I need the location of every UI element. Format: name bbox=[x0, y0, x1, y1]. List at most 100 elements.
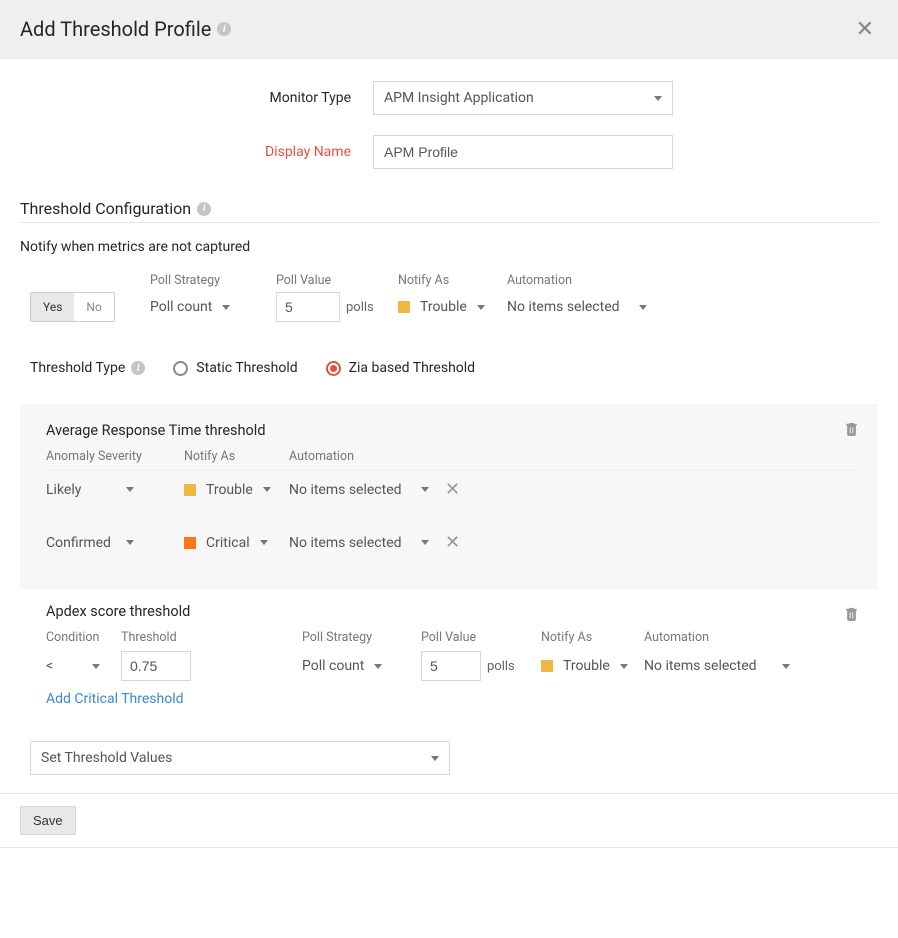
add-critical-link[interactable]: Add Critical Threshold bbox=[46, 691, 184, 707]
panel-response-time: Average Response Time threshold Anomaly … bbox=[20, 404, 878, 589]
status-trouble-icon bbox=[398, 301, 410, 313]
modal-title: Add Threshold Profile bbox=[20, 17, 211, 41]
status-trouble-icon bbox=[541, 660, 553, 672]
notify-grid-header: Poll Strategy Poll Value Notify As Autom… bbox=[20, 273, 878, 288]
apdex-row: < Poll count polls Trouble bbox=[46, 651, 856, 681]
section-threshold-config-title: Threshold Configuration i bbox=[20, 199, 878, 218]
set-threshold-row: Set Threshold Values bbox=[30, 741, 878, 775]
label-display-name: Display Name bbox=[20, 144, 373, 160]
radio-static-label: Static Threshold bbox=[196, 360, 297, 376]
toggle-no[interactable]: No bbox=[74, 293, 113, 321]
select-set-threshold[interactable]: Set Threshold Values bbox=[30, 741, 450, 775]
dd-row-notify[interactable]: Trouble bbox=[184, 482, 289, 498]
info-icon[interactable]: i bbox=[217, 22, 231, 36]
modal-body: Monitor Type APM Insight Application Dis… bbox=[0, 59, 898, 775]
col-poll-value: Poll Value bbox=[421, 630, 541, 645]
col-anomaly: Anomaly Severity bbox=[46, 449, 184, 464]
caret-down-icon bbox=[421, 540, 429, 545]
dd-row-automation-value: No items selected bbox=[289, 535, 402, 551]
info-icon[interactable]: i bbox=[197, 202, 211, 216]
threshold-type-row: Threshold Type i Static Threshold Zia ba… bbox=[30, 360, 878, 376]
dd-poll-strategy[interactable]: Poll count bbox=[150, 299, 276, 315]
trash-icon bbox=[845, 607, 858, 621]
response-row: Likely Trouble No items selected ✕ bbox=[46, 479, 856, 500]
select-monitor-type-value: APM Insight Application bbox=[384, 90, 534, 106]
input-threshold[interactable] bbox=[121, 651, 191, 681]
row-remove-button[interactable]: ✕ bbox=[437, 479, 468, 500]
col-automation: Automation bbox=[644, 630, 804, 645]
caret-down-icon bbox=[374, 664, 382, 669]
caret-down-icon bbox=[222, 305, 230, 310]
row-monitor-type: Monitor Type APM Insight Application bbox=[20, 81, 878, 115]
dd-apdex-automation-value: No items selected bbox=[644, 658, 757, 674]
col-notify-as: Notify As bbox=[398, 273, 507, 288]
radio-static[interactable]: Static Threshold bbox=[173, 360, 297, 376]
col-automation: Automation bbox=[507, 273, 667, 288]
toggle-notify[interactable]: Yes No bbox=[30, 292, 115, 322]
dd-severity[interactable]: Likely bbox=[46, 482, 134, 498]
info-icon[interactable]: i bbox=[131, 361, 145, 375]
divider bbox=[20, 222, 878, 223]
dd-apdex-notify-value: Trouble bbox=[563, 658, 610, 674]
dd-notify-as-value: Trouble bbox=[420, 299, 467, 315]
threshold-type-label-wrap: Threshold Type i bbox=[30, 360, 145, 376]
dd-notify-as[interactable]: Trouble bbox=[398, 299, 507, 315]
col-poll-strategy: Poll Strategy bbox=[150, 273, 276, 288]
response-panel-header: Anomaly Severity Notify As Automation bbox=[46, 449, 856, 464]
caret-down-icon bbox=[654, 96, 662, 101]
modal-title-wrap: Add Threshold Profile i bbox=[20, 17, 231, 41]
col-notify-as: Notify As bbox=[184, 449, 289, 464]
caret-down-icon bbox=[260, 540, 268, 545]
section-title-text: Threshold Configuration bbox=[20, 199, 191, 218]
caret-down-icon bbox=[620, 664, 628, 669]
col-notify-as: Notify As bbox=[541, 630, 644, 645]
dd-severity-value: Confirmed bbox=[46, 535, 111, 551]
input-apdex-poll-value[interactable] bbox=[421, 651, 481, 681]
toggle-yes[interactable]: Yes bbox=[31, 293, 74, 321]
dd-row-automation-value: No items selected bbox=[289, 482, 402, 498]
close-button[interactable]: ✕ bbox=[852, 16, 878, 42]
dd-row-automation[interactable]: No items selected bbox=[289, 535, 429, 551]
dd-apdex-poll-strategy[interactable]: Poll count bbox=[302, 658, 421, 674]
panel-divider bbox=[46, 470, 856, 471]
notify-grid-row: Yes No Poll count polls Trouble No items… bbox=[20, 292, 878, 322]
dd-automation[interactable]: No items selected bbox=[507, 299, 647, 315]
caret-down-icon bbox=[431, 756, 439, 761]
caret-down-icon bbox=[639, 305, 647, 310]
trash-icon bbox=[845, 422, 858, 436]
dd-apdex-notify[interactable]: Trouble bbox=[541, 658, 644, 674]
radio-zia[interactable]: Zia based Threshold bbox=[326, 360, 475, 376]
dd-row-notify[interactable]: Critical bbox=[184, 535, 289, 551]
dd-apdex-pollstrat-value: Poll count bbox=[302, 658, 364, 674]
modal-header: Add Threshold Profile i ✕ bbox=[0, 0, 898, 59]
panel-apdex-title: Apdex score threshold bbox=[46, 603, 856, 620]
row-remove-button[interactable]: ✕ bbox=[437, 532, 468, 553]
select-monitor-type[interactable]: APM Insight Application bbox=[373, 81, 673, 115]
status-trouble-icon bbox=[184, 484, 196, 496]
delete-response-button[interactable] bbox=[845, 422, 858, 440]
caret-down-icon bbox=[126, 540, 134, 545]
threshold-type-label: Threshold Type bbox=[30, 360, 125, 376]
col-threshold: Threshold bbox=[121, 630, 302, 645]
save-button[interactable]: Save bbox=[20, 806, 76, 835]
close-icon: ✕ bbox=[445, 479, 460, 500]
caret-down-icon bbox=[421, 487, 429, 492]
response-row: Confirmed Critical No items selected ✕ bbox=[46, 532, 856, 553]
input-poll-value[interactable] bbox=[276, 292, 340, 322]
panel-response-title: Average Response Time threshold bbox=[46, 422, 856, 439]
caret-down-icon bbox=[126, 487, 134, 492]
label-monitor-type: Monitor Type bbox=[20, 90, 373, 106]
dd-row-automation[interactable]: No items selected bbox=[289, 482, 429, 498]
polls-label: polls bbox=[346, 300, 374, 315]
dd-row-notify-value: Trouble bbox=[206, 482, 253, 498]
radio-icon bbox=[173, 361, 188, 376]
panel-apdex: Apdex score threshold Condition Threshol… bbox=[20, 589, 878, 715]
dd-apdex-automation[interactable]: No items selected bbox=[644, 658, 790, 674]
dd-row-notify-value: Critical bbox=[206, 535, 250, 551]
input-display-name[interactable] bbox=[384, 144, 662, 160]
delete-apdex-button[interactable] bbox=[845, 607, 858, 625]
dd-condition-value: < bbox=[46, 658, 53, 674]
dd-severity[interactable]: Confirmed bbox=[46, 535, 134, 551]
dd-condition[interactable]: < bbox=[46, 658, 100, 674]
radio-icon-selected bbox=[326, 361, 341, 376]
